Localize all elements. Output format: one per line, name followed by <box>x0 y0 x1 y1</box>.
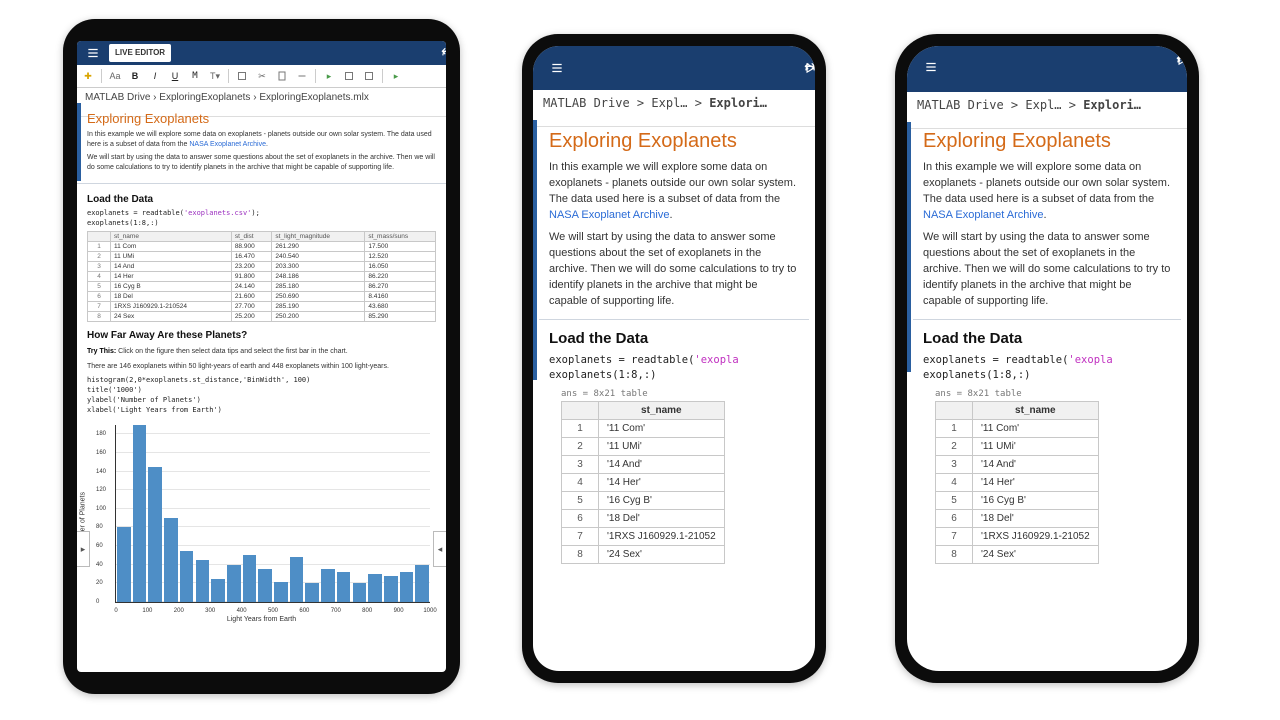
intro-paragraph-2: We will start by using the data to answe… <box>87 153 436 173</box>
app-header <box>533 46 815 90</box>
intro-paragraph-2: We will start by using the data to answe… <box>549 229 799 309</box>
document-area[interactable]: Exploring Exoplanets In this example we … <box>77 103 446 672</box>
menu-icon[interactable] <box>81 41 105 65</box>
code-load[interactable]: exoplanets = readtable('exoplanets.csv')… <box>87 208 436 228</box>
italic-button[interactable]: I <box>148 69 162 83</box>
section-distance: How Far Away Are these Planets? <box>87 330 436 341</box>
tablet-frame: LIVE EDITOR ✚ Aa B I U M T▾ ✂ ▸ <box>63 19 460 694</box>
section-strip <box>907 122 911 372</box>
ans-label: ans = 8x21 table <box>561 389 799 399</box>
phone2-screen: MATLAB Drive > Expl… > Explori… Explorin… <box>907 46 1187 671</box>
intro-paragraph-2: We will start by using the data to answe… <box>923 229 1171 309</box>
tool-icon-2[interactable] <box>275 69 289 83</box>
format-dropdown[interactable]: T▾ <box>208 69 222 83</box>
page-title: Exploring Exoplanets <box>923 130 1171 153</box>
intro-paragraph-1: In this example we will explore some dat… <box>87 130 436 150</box>
tool-icon-4[interactable] <box>342 69 356 83</box>
page-title: Exploring Exoplanets <box>87 111 436 126</box>
intro-paragraph-1: In this example we will explore some dat… <box>923 159 1171 223</box>
tool-icon-3[interactable] <box>295 69 309 83</box>
code-histogram[interactable]: histogram(2,0*exoplanets.st_distance,'Bi… <box>87 375 436 415</box>
exoplanet-table: st_namest_distst_light_magnitudest_mass/… <box>87 231 436 322</box>
phone1-screen: MATLAB Drive > Expl… > Explori… Explorin… <box>533 46 815 671</box>
section-strip <box>533 120 537 380</box>
text-style-icon[interactable]: Aa <box>108 69 122 83</box>
section-strip <box>77 103 81 181</box>
live-editor-badge: LIVE EDITOR <box>109 44 171 62</box>
left-arrow-tab[interactable]: ▸ <box>77 531 90 567</box>
nasa-link[interactable]: NASA Exoplanet Archive <box>923 209 1043 221</box>
page-title: Exploring Exoplanets <box>549 130 799 153</box>
section-load-data: Load the Data <box>87 194 436 205</box>
menu-icon[interactable] <box>545 46 569 90</box>
document-area[interactable]: Exploring Exoplanets In this example we … <box>907 122 1187 671</box>
app-header: LIVE EDITOR <box>77 41 446 65</box>
section-load-data: Load the Data <box>923 330 1171 347</box>
tool-icon-1[interactable] <box>235 69 249 83</box>
nasa-link[interactable]: NASA Exoplanet Archive <box>189 141 266 148</box>
right-arrow-tab[interactable]: ◂ <box>433 531 446 567</box>
phone2-frame: MATLAB Drive > Expl… > Explori… Explorin… <box>895 34 1199 683</box>
section-divider <box>77 183 446 184</box>
section-load-data: Load the Data <box>549 330 799 347</box>
section-divider <box>539 319 809 320</box>
exoplanet-table: st_name 1'11 Com'2'11 UMi'3'14 And'4'14 … <box>561 401 725 564</box>
monospace-button[interactable]: M <box>188 69 202 83</box>
tool-icon-5[interactable] <box>362 69 376 83</box>
menu-icon[interactable] <box>919 60 943 74</box>
distance-note: There are 146 exoplanets within 50 light… <box>87 362 436 372</box>
underline-button[interactable]: U <box>168 69 182 83</box>
cut-icon[interactable]: ✂ <box>255 69 269 83</box>
try-this: Try This: Click on the figure then selec… <box>87 348 436 355</box>
code-load[interactable]: exoplanets = readtable('exoplaexoplanets… <box>923 353 1171 383</box>
ans-label: ans = 8x21 table <box>935 389 1171 399</box>
run-section-icon[interactable]: ▸ <box>322 69 336 83</box>
run-all-icon[interactable]: ▸ <box>389 69 403 83</box>
add-icon[interactable]: ✚ <box>81 69 95 83</box>
bold-button[interactable]: B <box>128 69 142 83</box>
phone1-frame: MATLAB Drive > Expl… > Explori… Explorin… <box>522 34 826 683</box>
code-load[interactable]: exoplanets = readtable('exoplaexoplanets… <box>549 353 799 383</box>
document-area[interactable]: Exploring Exoplanets In this example we … <box>533 120 815 671</box>
app-header <box>907 46 1187 92</box>
histogram-chart[interactable]: Number of Planets 0204060801001201401601… <box>87 421 436 621</box>
editor-toolbar: ✚ Aa B I U M T▾ ✂ ▸ ▸ <box>77 65 446 88</box>
chart-xlabel: Light Years from Earth <box>87 616 436 623</box>
exoplanet-table: st_name 1'11 Com'2'11 UMi'3'14 And'4'14 … <box>935 401 1099 564</box>
redo-icon[interactable] <box>803 46 815 90</box>
section-divider <box>913 319 1181 320</box>
nasa-link[interactable]: NASA Exoplanet Archive <box>549 209 669 221</box>
redo-icon[interactable] <box>440 41 446 65</box>
tablet-screen: LIVE EDITOR ✚ Aa B I U M T▾ ✂ ▸ <box>77 41 446 672</box>
intro-paragraph-1: In this example we will explore some dat… <box>549 159 799 223</box>
